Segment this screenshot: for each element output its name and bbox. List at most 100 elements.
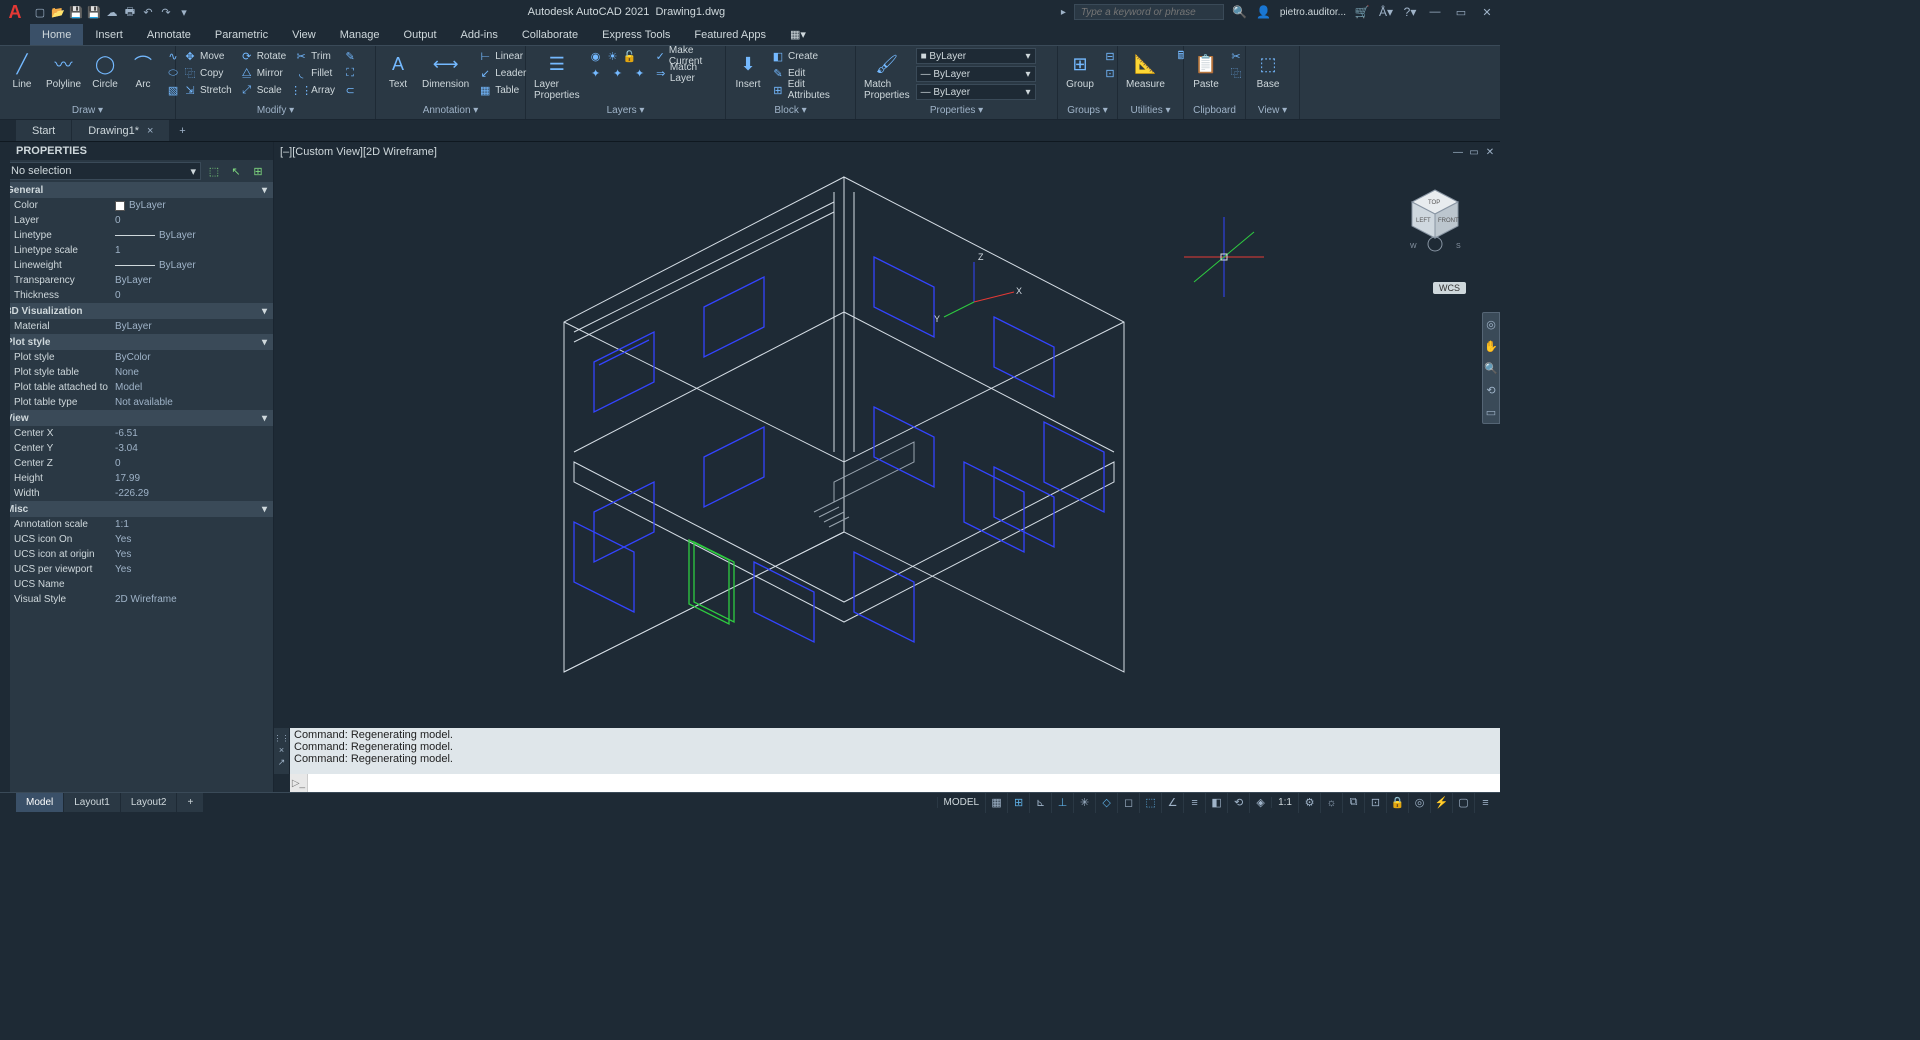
fillet-button[interactable]: ◟Fillet	[291, 65, 338, 81]
match-properties-button[interactable]: 🖌Match Properties	[860, 48, 914, 103]
lock-ui-icon[interactable]: 🔒	[1386, 793, 1408, 813]
section-general[interactable]: General▾	[0, 182, 273, 198]
tab-parametric[interactable]: Parametric	[203, 24, 280, 45]
isodraft-icon[interactable]: ◇	[1095, 793, 1117, 813]
quickselect-icon[interactable]: ⬚	[205, 162, 223, 180]
otrack-icon[interactable]: ∠	[1161, 793, 1183, 813]
tab-home[interactable]: Home	[30, 24, 83, 45]
dimension-button[interactable]: ⟷Dimension	[418, 48, 473, 92]
panel-annotation[interactable]: Annotation ▾	[380, 105, 521, 119]
nav-pan-icon[interactable]: ✋	[1483, 335, 1499, 357]
snap-icon[interactable]: ⊞	[1007, 793, 1029, 813]
close-button[interactable]: ✕	[1478, 5, 1496, 19]
table-button[interactable]: ▦Table	[475, 82, 529, 98]
polyline-button[interactable]: 〰Polyline	[42, 48, 85, 92]
tab-annotate[interactable]: Annotate	[135, 24, 203, 45]
ann-visibility-icon[interactable]: ☼	[1320, 793, 1342, 813]
arc-button[interactable]: ⌒Arc	[125, 48, 161, 92]
doctab-start[interactable]: Start	[16, 120, 72, 141]
copy-button[interactable]: ⿻Copy	[180, 65, 235, 81]
text-button[interactable]: AText	[380, 48, 416, 92]
layer-properties-button[interactable]: ☰Layer Properties	[530, 48, 584, 103]
scale-button[interactable]: ⤢Scale	[237, 82, 289, 98]
copy-clip-icon[interactable]: ⿻	[1226, 65, 1246, 81]
panel-block[interactable]: Block ▾	[730, 105, 851, 119]
section-plotstyle[interactable]: Plot style▾	[0, 334, 273, 350]
plot-icon[interactable]: 🖶	[122, 4, 138, 20]
restore-button[interactable]: ▭	[1452, 5, 1470, 19]
web-icon[interactable]: ☁	[104, 4, 120, 20]
transparency-icon[interactable]: ◧	[1205, 793, 1227, 813]
3dosnap-icon[interactable]: ⬚	[1139, 793, 1161, 813]
viewcube[interactable]: TOP LEFT FRONT W S	[1400, 182, 1470, 252]
color-dropdown[interactable]: ■ ByLayer▾	[916, 48, 1036, 64]
lineweight-dropdown[interactable]: — ByLayer▾	[916, 66, 1036, 82]
rotate-button[interactable]: ⟳Rotate	[237, 48, 289, 64]
panel-draw[interactable]: Draw ▾	[4, 105, 171, 119]
lineweight-icon[interactable]: ≡	[1183, 793, 1205, 813]
circle-button[interactable]: ◯Circle	[87, 48, 123, 92]
cmd-drag-icon[interactable]: ⋮⋮	[274, 734, 290, 743]
workspace-icon[interactable]: ⚙	[1298, 793, 1320, 813]
new-icon[interactable]: ▢	[32, 4, 48, 20]
clean-screen-icon[interactable]: ▢	[1452, 793, 1474, 813]
tab-insert[interactable]: Insert	[83, 24, 135, 45]
app-logo[interactable]: A	[4, 1, 26, 23]
layer-state-icon[interactable]: ◉☀🔓	[586, 48, 650, 64]
ann-monitor-icon[interactable]: ◈	[1249, 793, 1271, 813]
insert-button[interactable]: ⬇Insert	[730, 48, 766, 92]
search-input[interactable]	[1074, 4, 1224, 20]
move-button[interactable]: ✥Move	[180, 48, 235, 64]
create-block-button[interactable]: ◧Create	[768, 48, 851, 64]
linetype-dropdown[interactable]: — ByLayer▾	[916, 84, 1036, 100]
section-view[interactable]: View▾	[0, 410, 273, 426]
saveas-icon[interactable]: 💾	[86, 4, 102, 20]
undo-icon[interactable]: ↶	[140, 4, 156, 20]
section-misc[interactable]: Misc▾	[0, 501, 273, 517]
tab-more-icon[interactable]: ▦▾	[778, 24, 818, 45]
polar-icon[interactable]: ✳	[1073, 793, 1095, 813]
cmd-options-icon[interactable]: ↗	[278, 757, 286, 768]
signin-icon[interactable]: 👤	[1256, 4, 1272, 20]
add-tab-button[interactable]: +	[170, 120, 194, 141]
help-icon[interactable]: ?▾	[1402, 4, 1418, 20]
nav-showmotion-icon[interactable]: ▭	[1483, 401, 1499, 423]
tab-expresstools[interactable]: Express Tools	[590, 24, 682, 45]
username[interactable]: pietro.auditor...	[1280, 7, 1346, 18]
layer-icon3[interactable]: ✦	[630, 65, 650, 81]
linear-button[interactable]: ⊢Linear	[475, 48, 529, 64]
units-icon[interactable]: ⧉	[1342, 793, 1364, 813]
paste-button[interactable]: 📋Paste	[1188, 48, 1224, 92]
ungroup-icon[interactable]: ⊟	[1100, 48, 1120, 64]
command-input[interactable]	[308, 774, 1500, 792]
osnap-icon[interactable]: ◻	[1117, 793, 1139, 813]
nav-zoom-icon[interactable]: 🔍	[1483, 357, 1499, 379]
edit-attributes-button[interactable]: ⊞Edit Attributes	[768, 82, 851, 98]
wcs-label[interactable]: WCS	[1433, 282, 1466, 294]
open-icon[interactable]: 📂	[50, 4, 66, 20]
match-layer-button[interactable]: ⇒Match Layer	[652, 65, 721, 81]
close-tab-icon[interactable]: ×	[147, 125, 153, 137]
panel-groups[interactable]: Groups ▾	[1062, 105, 1113, 119]
isolate-icon[interactable]: ◎	[1408, 793, 1430, 813]
layout-tab-add[interactable]: +	[177, 793, 204, 812]
explode-icon[interactable]: ⛶	[340, 65, 360, 81]
customize-icon[interactable]: ≡	[1474, 793, 1496, 813]
layout-tab-model[interactable]: Model	[16, 793, 64, 812]
section-3dvis[interactable]: 3D Visualization▾	[0, 303, 273, 319]
layer-icon2[interactable]: ✦	[608, 65, 628, 81]
cmd-prompt-icon[interactable]: ▷_	[290, 774, 308, 792]
tab-addins[interactable]: Add-ins	[449, 24, 510, 45]
selection-dropdown[interactable]: No selection▾	[6, 162, 201, 180]
ortho-icon[interactable]: ⊥	[1051, 793, 1073, 813]
panel-clipboard[interactable]: Clipboard	[1188, 105, 1241, 119]
grid-icon[interactable]: ▦	[985, 793, 1007, 813]
mirror-button[interactable]: ⧋Mirror	[237, 65, 289, 81]
line-button[interactable]: ╱Line	[4, 48, 40, 92]
panel-utilities[interactable]: Utilities ▾	[1122, 105, 1179, 119]
cut-icon[interactable]: ✂	[1226, 48, 1246, 64]
group-button[interactable]: ⊞Group	[1062, 48, 1098, 92]
quickprops-icon[interactable]: ⊡	[1364, 793, 1386, 813]
groupedit-icon[interactable]: ⊡	[1100, 65, 1120, 81]
selectobj-icon[interactable]: ↖	[227, 162, 245, 180]
